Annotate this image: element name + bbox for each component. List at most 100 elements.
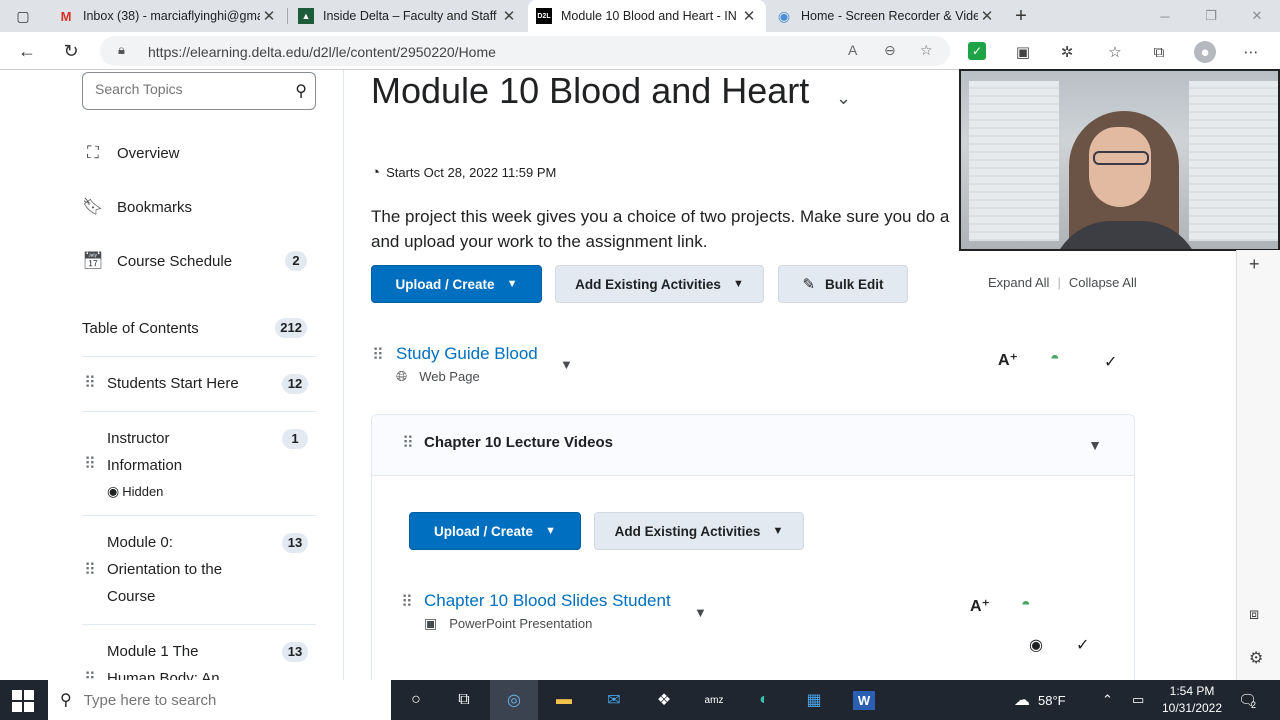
drag-handle-icon[interactable]: ⠿	[84, 454, 96, 474]
clock-date: 10/31/2022	[1161, 701, 1223, 715]
bulk-edit-button[interactable]: ✎ Bulk Edit	[778, 265, 908, 303]
zoom-icon[interactable]: ⊖	[884, 42, 896, 59]
chapter-10-slides-link[interactable]: Chapter 10 Blood Slides Student	[424, 591, 671, 611]
close-tab-icon[interactable]: ✕	[740, 7, 758, 25]
network-icon[interactable]: ▭	[1132, 680, 1144, 720]
toc-module-1-human-body[interactable]: ⠿ Module 1 The Human Body: An 13	[82, 624, 316, 680]
collections-icon[interactable]: ⧉	[1148, 41, 1170, 63]
minimize-icon[interactable]: ─	[1142, 0, 1188, 32]
search-topics-box: ⚲	[82, 72, 316, 110]
mail-icon[interactable]: ✉	[590, 680, 638, 720]
text-size-icon[interactable]: A⁺	[998, 350, 1018, 370]
search-topics-input[interactable]	[95, 81, 275, 97]
drag-handle-icon[interactable]: ⠿	[401, 592, 413, 612]
more-menu-icon[interactable]: ⋯	[1240, 41, 1262, 63]
presentation-icon: ⛶	[87, 143, 99, 162]
sidebar-overview[interactable]: ⛶ Overview	[82, 138, 312, 168]
weather-temperature: 58°F	[1038, 692, 1066, 708]
module-header[interactable]: ⠿ Chapter 10 Lecture Videos ▼	[372, 415, 1134, 476]
module-upload-create-button[interactable]: Upload / Create ▼	[409, 512, 581, 550]
complete-checkmark-icon[interactable]: ✓	[1076, 635, 1089, 655]
start-date-text: Starts Oct 28, 2022 11:59 PM	[386, 165, 557, 180]
cortana-icon[interactable]: ○	[392, 680, 440, 720]
back-icon[interactable]: ←	[12, 36, 42, 66]
close-tab-icon[interactable]: ✕	[260, 7, 278, 25]
search-icon[interactable]: ⚲	[295, 81, 307, 101]
drag-handle-icon[interactable]: ⠿	[372, 345, 384, 365]
notifications-icon[interactable]: 🗨︎ 2	[1238, 680, 1257, 720]
taskbar-search-input[interactable]	[83, 691, 364, 709]
collapse-all-link[interactable]: Collapse All	[1069, 275, 1137, 290]
module-count: 12	[282, 374, 308, 394]
tray-overflow-icon[interactable]: ⌃	[1102, 680, 1113, 720]
task-view-icon[interactable]: ⧉	[440, 680, 488, 720]
toc-module-0-orientation[interactable]: ⠿ Module 0: Orientation to the Course 13	[82, 515, 316, 624]
visibility-eye-icon[interactable]: ◓	[1050, 350, 1060, 368]
toc-module-instructor-information[interactable]: ⠿ Instructor Information 1 ◉ Hidden	[82, 411, 316, 515]
dropbox-icon[interactable]: ❖	[640, 680, 688, 720]
toc-module-students-start-here[interactable]: ⠿ Students Start Here 12	[82, 356, 316, 411]
profile-avatar[interactable]: ●	[1194, 41, 1216, 63]
url-field[interactable]: 🔒︎ https://elearning.delta.edu/d2l/le/co…	[100, 36, 950, 66]
drag-handle-icon[interactable]: ⠿	[402, 433, 414, 453]
topic-type-label: PowerPoint Presentation	[449, 616, 593, 631]
button-label: Bulk Edit	[825, 276, 884, 292]
edge-browser-icon[interactable]: ◐	[740, 680, 788, 720]
settings-gear-icon[interactable]: ⚙	[1249, 648, 1263, 668]
title-chevron-down-icon[interactable]: ⌄	[836, 88, 851, 109]
tab-title: Inside Delta – Faculty and Staff	[323, 9, 497, 23]
module-title: Module 10 Blood and Heart	[371, 70, 810, 111]
tab-screen-recorder[interactable]: ◉ Home - Screen Recorder & Vide ✕	[768, 0, 1004, 32]
topic-chevron-down-icon[interactable]: ▼	[694, 605, 707, 620]
expand-all-link[interactable]: Expand All	[988, 275, 1049, 290]
tab-actions-icon[interactable]: ▢	[8, 1, 38, 31]
maximize-icon[interactable]: ❐	[1188, 0, 1234, 32]
upload-create-button[interactable]: Upload / Create ▼	[371, 265, 542, 303]
study-guide-blood-link[interactable]: Study Guide Blood	[396, 344, 538, 364]
collapse-triangle-icon[interactable]: ▼	[1088, 437, 1102, 453]
text-size-icon[interactable]: A⁺	[970, 596, 990, 616]
add-existing-activities-button[interactable]: Add Existing Activities ▼	[555, 265, 764, 303]
favorites-icon[interactable]: ☆	[1104, 41, 1126, 63]
close-tab-icon[interactable]: ✕	[978, 7, 996, 25]
address-bar: ← ↻ 🔒︎ https://elearning.delta.edu/d2l/l…	[0, 32, 1280, 70]
module-count: 1	[282, 429, 308, 449]
visibility-eye-icon[interactable]: ◓	[1021, 596, 1031, 614]
module-add-existing-activities-button[interactable]: Add Existing Activities ▼	[594, 512, 804, 550]
hidden-eye-icon[interactable]: ◉	[1029, 635, 1043, 655]
split-screen-icon[interactable]: ⧈	[1249, 606, 1259, 624]
tab-module-10[interactable]: D2L Module 10 Blood and Heart - IN ✕	[528, 0, 766, 32]
complete-checkmark-icon[interactable]: ✓	[1104, 352, 1117, 372]
topic-chevron-down-icon[interactable]: ▼	[560, 357, 573, 372]
close-window-icon[interactable]: ✕	[1234, 0, 1280, 32]
module-count: 13	[282, 642, 308, 662]
drag-handle-icon[interactable]: ⠿	[84, 373, 96, 393]
store-icon[interactable]: ▦	[790, 680, 838, 720]
chevron-down-icon: ▼	[772, 525, 784, 537]
extensions-puzzle-icon[interactable]: ✲	[1056, 41, 1078, 63]
system-clock[interactable]: 1:54 PM 10/31/2022	[1152, 683, 1232, 717]
sidebar-course-schedule[interactable]: 📅︎ Course Schedule	[82, 246, 312, 276]
screen-recorder-taskbar-icon[interactable]: ◎	[490, 680, 538, 720]
checkmark-extension-icon[interactable]: ✓	[968, 42, 986, 60]
file-explorer-icon[interactable]: ▬	[540, 680, 588, 720]
close-tab-icon[interactable]: ✕	[500, 7, 518, 25]
drag-handle-icon[interactable]: ⠿	[84, 560, 96, 580]
refresh-icon[interactable]: ↻	[56, 36, 86, 66]
read-aloud-icon[interactable]: A	[848, 42, 857, 58]
sidebar-bookmarks[interactable]: 🔖︎ Bookmarks	[82, 192, 312, 222]
windows-start-icon[interactable]	[12, 690, 34, 712]
extension-icon[interactable]: ▣	[1012, 41, 1034, 63]
add-favorite-icon[interactable]: ☆	[920, 42, 933, 59]
weather-widget[interactable]: ☁ 58°F	[1014, 680, 1066, 720]
tab-inside-delta[interactable]: ▲ Inside Delta – Faculty and Staff ✕	[290, 0, 526, 32]
start-date: ◔ Starts Oct 28, 2022 11:59 PM	[371, 164, 556, 181]
add-sidebar-icon[interactable]: +	[1249, 254, 1260, 275]
amazon-icon[interactable]: amz	[690, 680, 738, 720]
tab-gmail[interactable]: M Inbox (38) - marciaflyinghi@gma ✕	[50, 0, 286, 32]
new-tab-icon[interactable]: +	[1006, 1, 1036, 31]
word-icon[interactable]: W	[840, 680, 888, 720]
presenter-glasses	[1093, 151, 1149, 165]
toc-label: Table of Contents	[82, 319, 199, 337]
drag-handle-icon[interactable]: ⠿	[84, 669, 96, 680]
